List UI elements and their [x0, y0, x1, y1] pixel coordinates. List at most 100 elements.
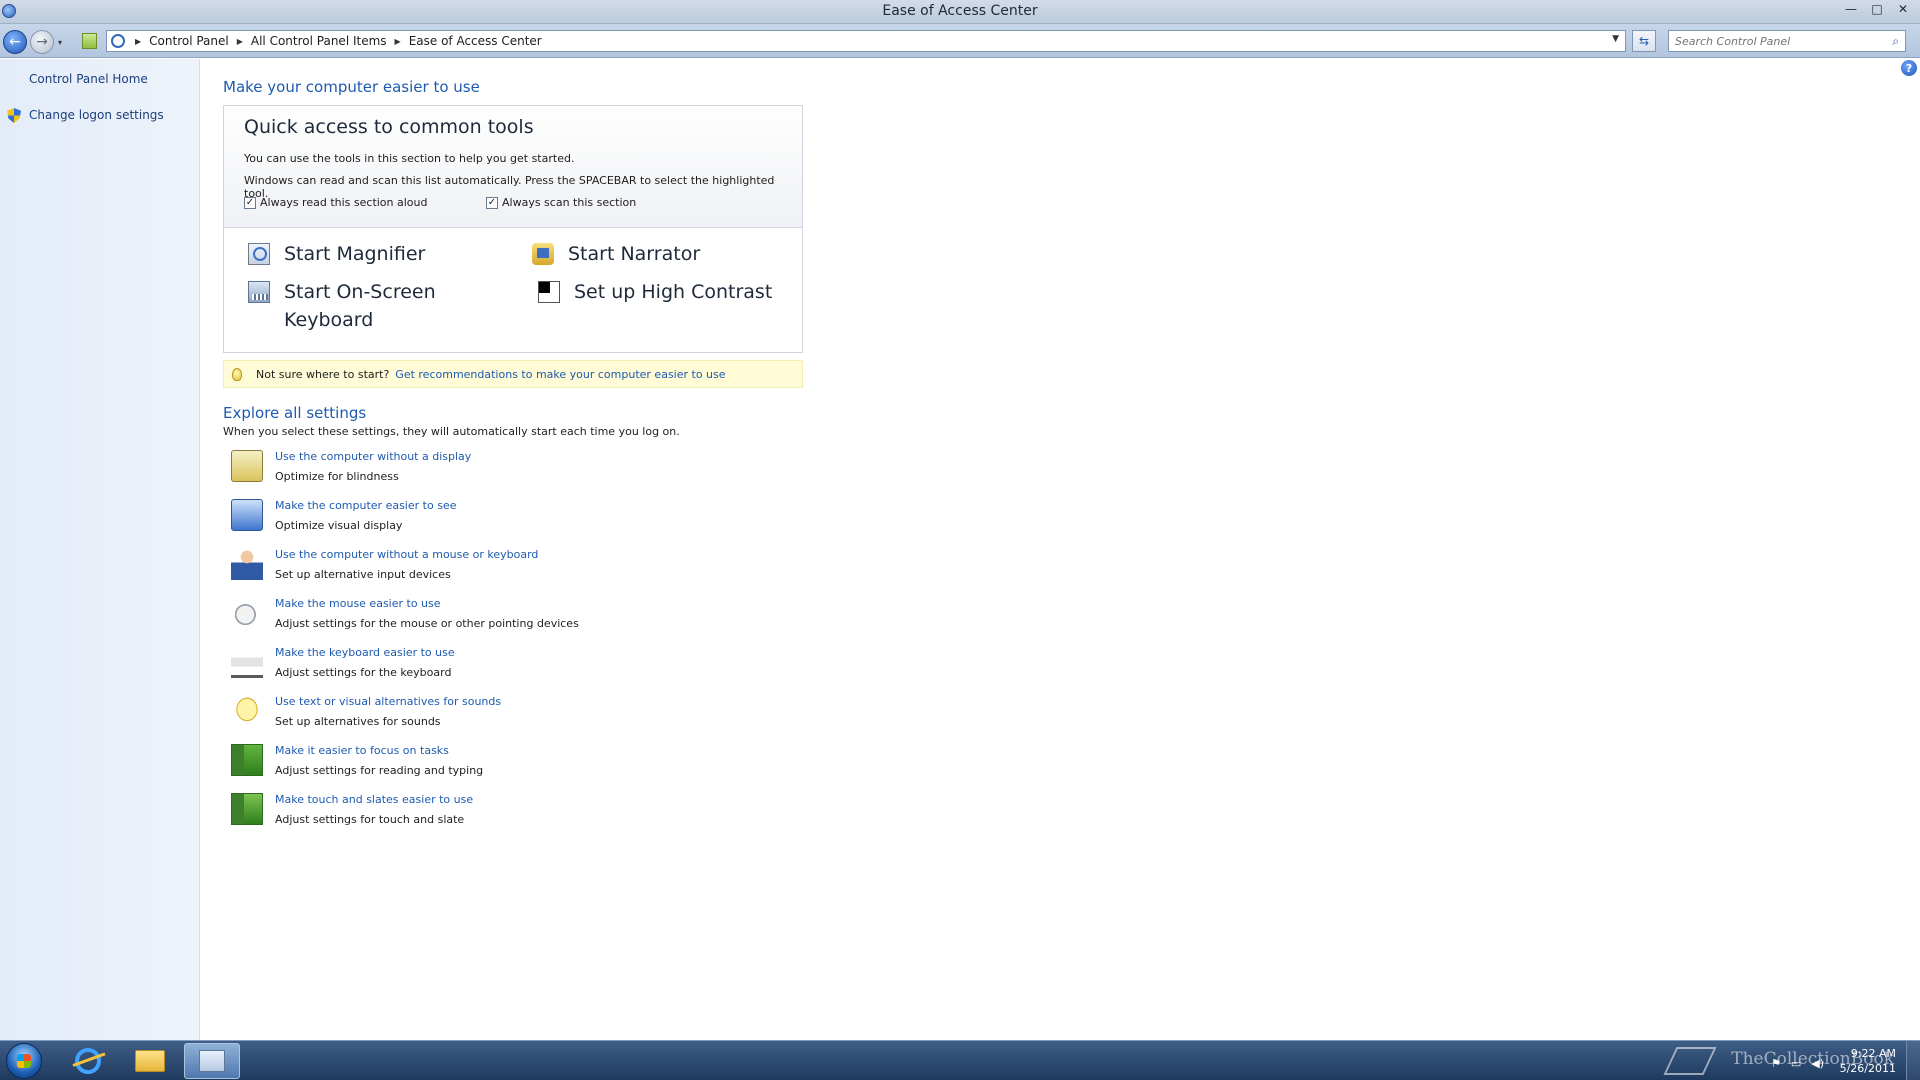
- recommendation-tip-bar: Not sure where to start? Get recommendat…: [223, 360, 803, 388]
- folder-icon: [135, 1050, 165, 1072]
- search-input[interactable]: [1675, 32, 1885, 50]
- breadcrumb-ease-of-access[interactable]: Ease of Access Center: [405, 34, 546, 48]
- speech-bubble-icon: [231, 695, 263, 727]
- address-dropdown-icon[interactable]: ▼: [1612, 34, 1619, 44]
- start-button[interactable]: [6, 1043, 42, 1079]
- keyboard-icon: [231, 646, 263, 678]
- explore-all-settings-title: Explore all settings: [223, 404, 367, 422]
- scan-option[interactable]: ✓ Always scan this section: [486, 196, 636, 209]
- get-recommendations-link[interactable]: Get recommendations to make your compute…: [395, 368, 725, 381]
- setting-without-display: Use the computer without a display Optim…: [231, 450, 791, 492]
- setting-keyboard-easier: Make the keyboard easier to use Adjust s…: [231, 646, 791, 688]
- setting-link[interactable]: Use text or visual alternatives for soun…: [275, 695, 501, 708]
- breadcrumb[interactable]: ▶ Control Panel ▶ All Control Panel Item…: [106, 30, 1626, 52]
- quick-access-title: Quick access to common tools: [244, 116, 534, 138]
- set-up-high-contrast-label[interactable]: Set up High Contrast: [574, 278, 772, 306]
- minimize-button[interactable]: —: [1840, 1, 1862, 17]
- setting-description: Set up alternative input devices: [275, 568, 451, 581]
- taskbar-internet-explorer[interactable]: [60, 1043, 116, 1079]
- setting-focus-tasks: Make it easier to focus on tasks Adjust …: [231, 744, 791, 786]
- taskbar-file-explorer[interactable]: [122, 1043, 178, 1079]
- breadcrumb-separator[interactable]: ▶: [391, 37, 405, 46]
- book-watermark-icon: [1663, 1047, 1717, 1075]
- start-on-screen-keyboard-label-line2[interactable]: Keyboard: [284, 306, 436, 334]
- start-on-screen-keyboard-tool[interactable]: Start On-Screen Keyboard: [248, 278, 436, 334]
- scan-label[interactable]: Always scan this section: [502, 196, 636, 209]
- setting-without-mouse-keyboard: Use the computer without a mouse or keyb…: [231, 548, 791, 590]
- recent-pages-dropdown[interactable]: ▾: [58, 38, 62, 47]
- quick-access-header: Quick access to common tools You can use…: [224, 106, 802, 228]
- read-aloud-checkbox[interactable]: ✓: [244, 196, 256, 209]
- show-desktop-button[interactable]: [1906, 1041, 1920, 1080]
- close-button[interactable]: ✕: [1892, 1, 1914, 17]
- setting-description: Set up alternatives for sounds: [275, 715, 441, 728]
- scan-checkbox[interactable]: ✓: [486, 196, 498, 209]
- window-title: Ease of Access Center: [882, 3, 1038, 19]
- magnifier-icon: [248, 243, 270, 265]
- control-panel-icon: [199, 1050, 225, 1072]
- read-aloud-label[interactable]: Always read this section aloud: [260, 196, 428, 209]
- setting-easier-to-see: Make the computer easier to see Optimize…: [231, 499, 791, 541]
- breadcrumb-separator[interactable]: ▶: [131, 37, 145, 46]
- search-box[interactable]: ⌕: [1668, 30, 1906, 52]
- clock-time[interactable]: 9:22 AM: [1840, 1046, 1896, 1061]
- breadcrumb-control-panel[interactable]: Control Panel: [145, 34, 233, 48]
- person-icon: [231, 548, 263, 580]
- setting-link[interactable]: Make it easier to focus on tasks: [275, 744, 449, 757]
- display-computer-icon: [231, 450, 263, 482]
- clock-date[interactable]: 5/26/2011: [1840, 1061, 1896, 1076]
- breadcrumb-all-items[interactable]: All Control Panel Items: [247, 34, 391, 48]
- on-screen-keyboard-icon: [248, 281, 270, 303]
- setting-link[interactable]: Make the keyboard easier to use: [275, 646, 455, 659]
- mouse-icon: [231, 597, 263, 629]
- window-controls: — □ ✕: [1840, 1, 1914, 17]
- title-bar: Ease of Access Center — □ ✕: [0, 0, 1920, 24]
- taskbar: TheCollectionBook ⚑ ▭ ◀) 9:22 AM 5/26/20…: [0, 1040, 1920, 1080]
- maximize-button[interactable]: □: [1866, 1, 1888, 17]
- page-title: Make your computer easier to use: [223, 78, 480, 96]
- explore-subtitle: When you select these settings, they wil…: [223, 425, 680, 438]
- touch-slate-icon: [231, 793, 263, 825]
- setting-link[interactable]: Make touch and slates easier to use: [275, 793, 473, 806]
- setting-description: Adjust settings for reading and typing: [275, 764, 484, 777]
- setting-link[interactable]: Make the computer easier to see: [275, 499, 456, 512]
- forward-button[interactable]: →: [30, 30, 54, 54]
- internet-explorer-icon: [75, 1048, 101, 1074]
- lightbulb-icon: [232, 367, 242, 381]
- search-icon[interactable]: ⌕: [1892, 34, 1899, 49]
- start-on-screen-keyboard-label[interactable]: Start On-Screen: [284, 278, 436, 306]
- notification-icons: ⚑ ▭ ◀): [1771, 1057, 1824, 1070]
- start-magnifier-label[interactable]: Start Magnifier: [284, 240, 425, 268]
- setting-description: Adjust settings for the keyboard: [275, 666, 452, 679]
- address-toolbar: ← → ▾ ▶ Control Panel ▶ All Control Pane…: [0, 24, 1920, 58]
- read-aloud-option[interactable]: ✓ Always read this section aloud: [244, 196, 428, 209]
- monitor-icon: [231, 499, 263, 531]
- network-icon[interactable]: ▭: [1791, 1057, 1801, 1070]
- tip-text: Not sure where to start?: [256, 367, 390, 381]
- start-magnifier-tool[interactable]: Start Magnifier: [248, 240, 425, 268]
- start-narrator-label[interactable]: Start Narrator: [568, 240, 700, 268]
- setting-link[interactable]: Make the mouse easier to use: [275, 597, 441, 610]
- volume-icon[interactable]: ◀): [1811, 1057, 1824, 1070]
- change-logon-settings-link[interactable]: Change logon settings: [29, 108, 164, 122]
- system-tray: TheCollectionBook ⚑ ▭ ◀) 9:22 AM 5/26/20…: [1660, 1041, 1920, 1080]
- left-navigation-pane: Control Panel Home Change logon settings: [0, 59, 200, 1040]
- action-center-flag-icon[interactable]: ⚑: [1771, 1057, 1781, 1070]
- clock[interactable]: 9:22 AM 5/26/2011: [1840, 1046, 1896, 1076]
- control-panel-home-link[interactable]: Control Panel Home: [29, 72, 148, 86]
- setting-link[interactable]: Use the computer without a mouse or keyb…: [275, 548, 538, 561]
- set-up-high-contrast-tool[interactable]: Set up High Contrast: [538, 278, 772, 306]
- main-content: Make your computer easier to use Quick a…: [200, 59, 1920, 1040]
- control-panel-folder-icon: [82, 33, 97, 49]
- quick-access-panel: Quick access to common tools You can use…: [223, 105, 803, 353]
- breadcrumb-separator[interactable]: ▶: [233, 37, 247, 46]
- refresh-button[interactable]: ⇆: [1632, 30, 1656, 52]
- setting-description: Adjust settings for the mouse or other p…: [275, 617, 579, 630]
- setting-description: Optimize for blindness: [275, 470, 399, 483]
- back-button[interactable]: ←: [3, 30, 27, 54]
- start-narrator-tool[interactable]: Start Narrator: [532, 240, 700, 268]
- focus-tasks-icon: [231, 744, 263, 776]
- taskbar-control-panel[interactable]: [184, 1043, 240, 1079]
- quick-access-intro: You can use the tools in this section to…: [244, 152, 575, 165]
- setting-link[interactable]: Use the computer without a display: [275, 450, 471, 463]
